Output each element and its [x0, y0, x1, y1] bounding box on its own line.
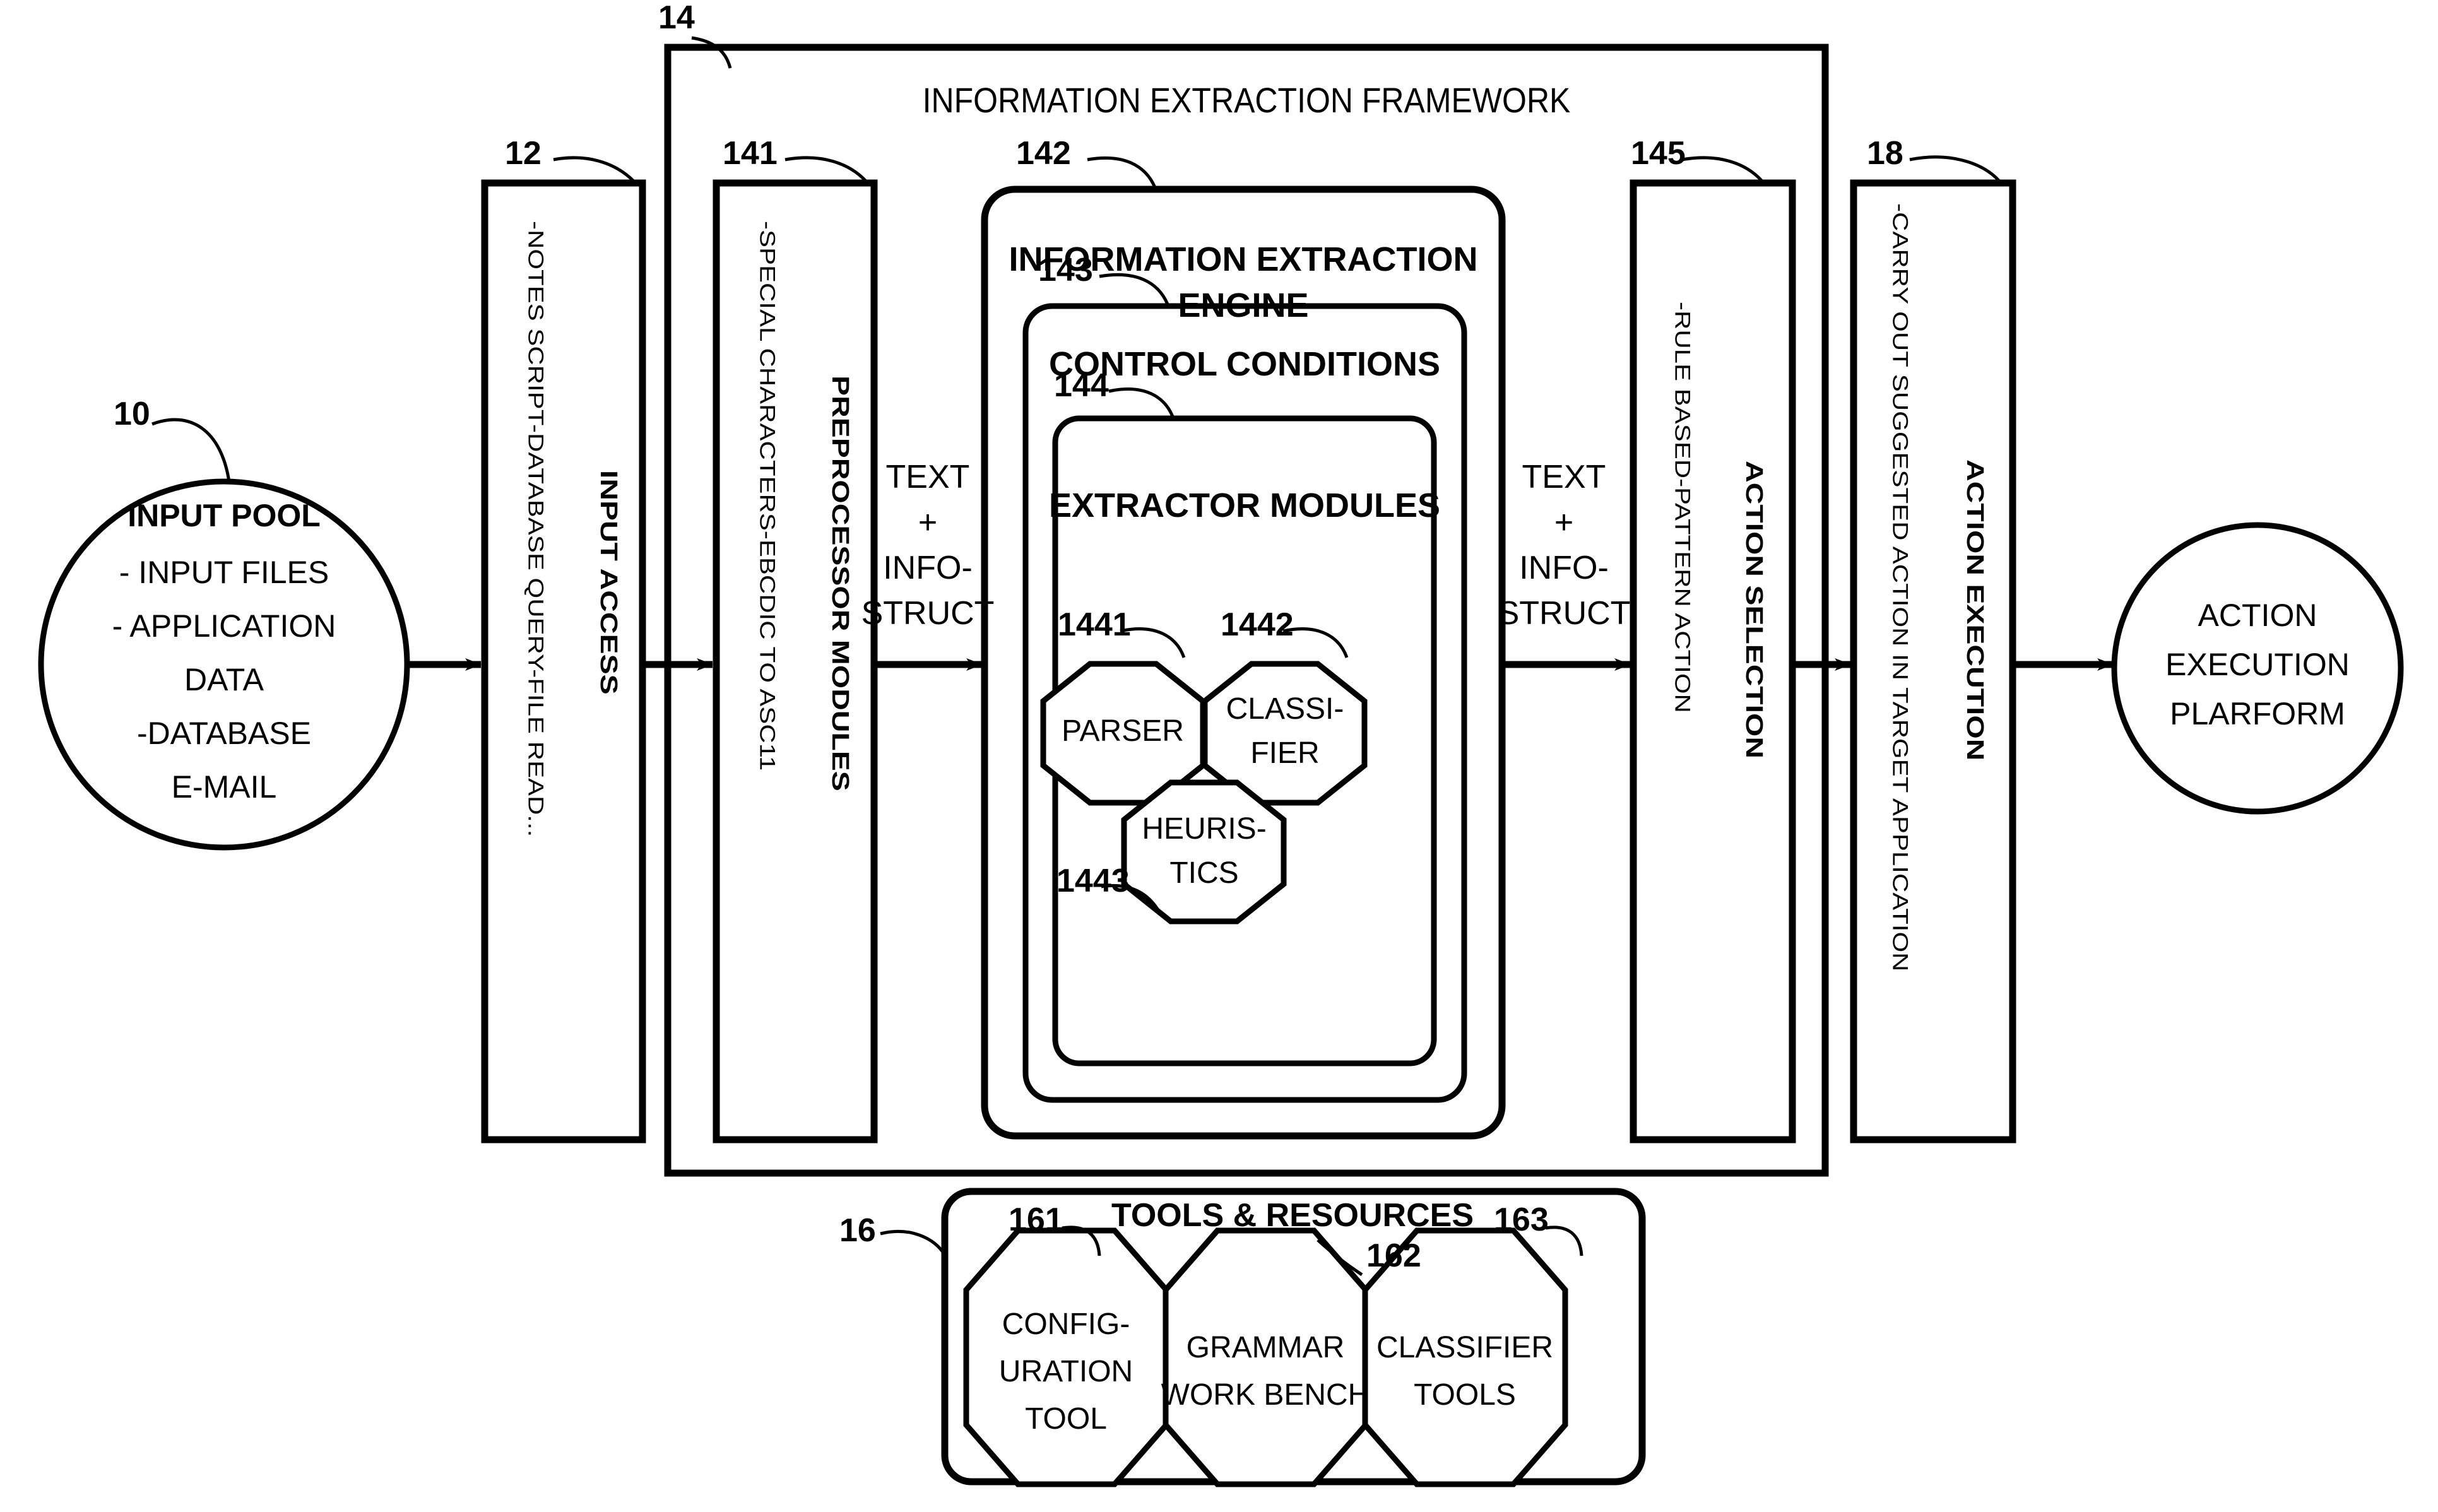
- configuration-tool-line1: CONFIG-: [1002, 1308, 1130, 1341]
- parser-label: PARSER: [1062, 714, 1184, 748]
- ref-143: 143: [1038, 252, 1093, 288]
- ref-18: 18: [1867, 135, 1903, 172]
- action-selection-title: ACTION SELECTION: [1741, 461, 1768, 759]
- grammar-workbench-line1: GRAMMAR: [1186, 1331, 1345, 1364]
- input-access-detail: -NOTES SCRIPT-DATABASE QUERY-FILE READ..…: [524, 221, 548, 837]
- flow-label-2-line1: TEXT: [1522, 459, 1606, 495]
- ref-142: 142: [1016, 135, 1071, 172]
- input-pool-item-3: -DATABASE: [137, 716, 311, 751]
- action-execution-box: [1850, 179, 2016, 1143]
- input-pool-item-1: - APPLICATION: [112, 608, 336, 644]
- input-pool-item-2: DATA: [184, 662, 264, 697]
- ref-1441: 1441: [1058, 606, 1131, 643]
- action-execution-detail: -CARRY OUT SUGGESTED ACTION IN TARGET AP…: [1888, 203, 1913, 972]
- leader-142: [1087, 156, 1157, 189]
- leader-14: [691, 36, 732, 69]
- leader-145: [1681, 156, 1763, 182]
- ref-10: 10: [114, 396, 150, 432]
- classifier-label-line2: FIER: [1250, 736, 1320, 770]
- configuration-tool-line3: TOOL: [1025, 1402, 1107, 1436]
- ref-1443: 1443: [1056, 863, 1130, 899]
- flow-label-2-line2: +: [1554, 504, 1574, 541]
- heuristics-octagon: [1121, 779, 1287, 924]
- flow-label-1-line3: INFO-: [883, 550, 973, 586]
- ref-14: 14: [658, 0, 695, 36]
- input-pool-item-0: - INPUT FILES: [119, 555, 329, 590]
- ref-145: 145: [1631, 135, 1686, 172]
- diagram-vector-layer: [38, 36, 2404, 1487]
- classifier-tools-line1: CLASSIFIER: [1376, 1331, 1554, 1364]
- classifier-tools-line2: TOOLS: [1414, 1378, 1516, 1412]
- action-platform-line3: PLARFORM: [2170, 696, 2345, 731]
- action-platform-line2: EXECUTION: [2165, 647, 2350, 682]
- heuristics-label-line1: HEURIS-: [1142, 812, 1267, 846]
- configuration-tool-line2: URATION: [998, 1355, 1133, 1388]
- extractor-modules-title: EXTRACTOR MODULES: [1048, 487, 1441, 524]
- input-pool-title: INPUT POOL: [127, 498, 321, 533]
- patent-figure-canvas: 10 INPUT POOL - INPUT FILES - APPLICATIO…: [0, 0, 2438, 1512]
- ref-162: 162: [1366, 1237, 1421, 1274]
- action-execution-title: ACTION EXECUTION: [1962, 459, 1989, 761]
- preprocessor-detail: -SPECIAL CHARACTERS-EBCDIC TO ASC11: [755, 221, 780, 771]
- ref-141: 141: [723, 135, 778, 172]
- framework-title: INFORMATION EXTRACTION FRAMEWORK: [922, 80, 1571, 121]
- leader-12: [553, 156, 635, 182]
- ref-163: 163: [1494, 1202, 1549, 1238]
- tools-resources-title: TOOLS & RESOURCES: [1111, 1197, 1474, 1234]
- action-selection-detail: -RULE BASED-PATTERN ACTION: [1671, 302, 1695, 713]
- action-selection-box: [1630, 179, 1796, 1143]
- flow-label-2-line4: STRUCT: [1497, 595, 1631, 632]
- classifier-label-line1: CLASSI-: [1226, 692, 1344, 726]
- flow-label-1-line1: TEXT: [885, 459, 970, 495]
- flow-label-2-line3: INFO-: [1519, 550, 1609, 586]
- ref-16: 16: [839, 1212, 876, 1249]
- engine-title-line2: ENGINE: [1178, 286, 1309, 324]
- leader-16: [880, 1230, 947, 1257]
- leader-18: [1909, 155, 2001, 182]
- ref-161: 161: [1009, 1202, 1063, 1238]
- action-platform-line1: ACTION: [2198, 598, 2317, 633]
- flow-label-1-line2: +: [918, 504, 938, 541]
- ref-1442: 1442: [1221, 606, 1294, 643]
- ref-144: 144: [1054, 367, 1109, 404]
- heuristics-label-line2: TICS: [1169, 856, 1239, 890]
- grammar-workbench-line2: WORK BENCH: [1161, 1378, 1370, 1412]
- leader-10: [151, 418, 231, 482]
- ref-12: 12: [505, 135, 541, 172]
- input-access-title: INPUT ACCESS: [595, 470, 622, 695]
- input-pool-item-4: E-MAIL: [171, 769, 277, 805]
- preprocessor-title: PREPROCESSOR MODULES: [827, 375, 854, 791]
- flow-label-1-line4: STRUCT: [861, 595, 995, 632]
- leader-141: [784, 156, 867, 182]
